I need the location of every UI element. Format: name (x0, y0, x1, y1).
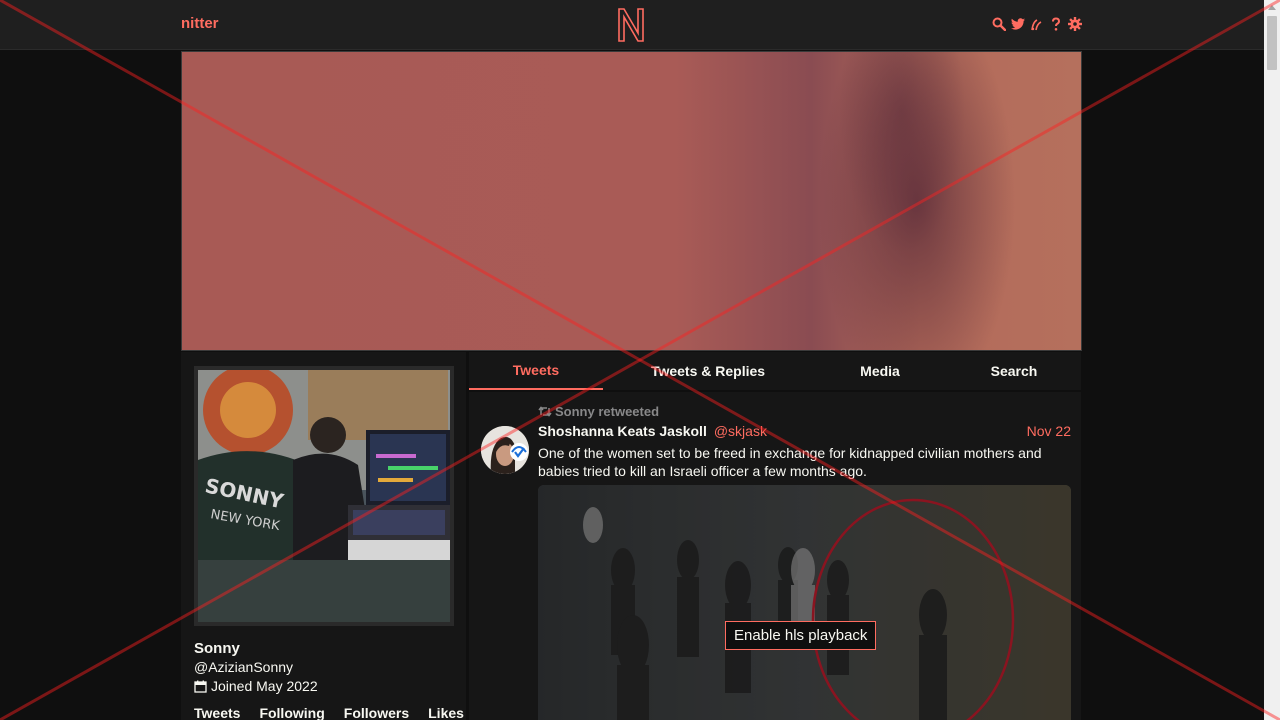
tab-tweets[interactable]: Tweets (469, 352, 603, 390)
tweet-author-avatar[interactable] (481, 426, 529, 474)
scrollbar-thumb[interactable] (1267, 16, 1277, 70)
tweet-author-username[interactable]: @skjask (714, 423, 767, 439)
profile-stat-list: Tweets Following Followers Likes (194, 705, 483, 720)
enable-hls-playback-button[interactable]: Enable hls playback (725, 621, 877, 650)
tweet-author-photo-image (481, 426, 529, 474)
search-icon[interactable] (992, 17, 1006, 31)
tweet-date-link[interactable]: Nov 22 (1027, 423, 1071, 439)
profile-card: SONNY NEW YORK Sonny @AzizianSonny Joine… (181, 352, 466, 720)
profile-username[interactable]: @AzizianSonny (194, 659, 293, 675)
tweet-author-name[interactable]: Shoshanna Keats Jaskoll (538, 423, 707, 439)
profile-join-date: Joined May 2022 (194, 678, 318, 694)
calendar-icon (194, 680, 207, 693)
profile-banner[interactable] (181, 51, 1082, 351)
retweet-header: Sonny retweeted (538, 404, 659, 419)
page-scrollbar[interactable] (1264, 0, 1280, 720)
video-thumbnail-image (538, 485, 1071, 720)
tab-media[interactable]: Media (813, 352, 947, 390)
help-icon[interactable] (1049, 17, 1063, 31)
stat-tweets[interactable]: Tweets (194, 705, 240, 720)
retweet-header-text: Sonny retweeted (555, 404, 660, 419)
tweet-header: Shoshanna Keats Jaskoll @skjask (538, 423, 767, 439)
stat-likes[interactable]: Likes (428, 705, 464, 720)
scroll-up-arrow-icon[interactable] (1268, 5, 1276, 10)
nitter-logo-icon[interactable] (617, 8, 645, 42)
tweet-text: One of the women set to be freed in exch… (538, 445, 1042, 479)
profile-fullname: Sonny (194, 640, 240, 657)
profile-joined-text: Joined May 2022 (211, 678, 318, 694)
profile-photo-image: SONNY NEW YORK (198, 370, 450, 622)
stat-following[interactable]: Following (259, 705, 324, 720)
top-navbar: nitter (0, 0, 1264, 50)
settings-icon[interactable] (1068, 17, 1082, 31)
tab-tweets-replies[interactable]: Tweets & Replies (603, 352, 813, 390)
retweet-icon (538, 406, 552, 417)
timeline-tabs: Tweets Tweets & Replies Media Search (469, 352, 1081, 390)
twitter-bird-icon[interactable] (1011, 17, 1025, 31)
tab-search[interactable]: Search (947, 352, 1081, 390)
timeline-tweet[interactable]: Sonny retweeted Shoshanna Keats Jaskoll … (469, 392, 1081, 720)
profile-avatar[interactable]: SONNY NEW YORK (194, 366, 454, 626)
tweet-video-attachment[interactable]: Enable hls playback (538, 485, 1071, 720)
nav-icon-group (992, 17, 1082, 31)
stat-followers[interactable]: Followers (344, 705, 409, 720)
rss-icon[interactable] (1030, 17, 1044, 31)
nitter-home-link[interactable]: nitter (181, 15, 219, 32)
